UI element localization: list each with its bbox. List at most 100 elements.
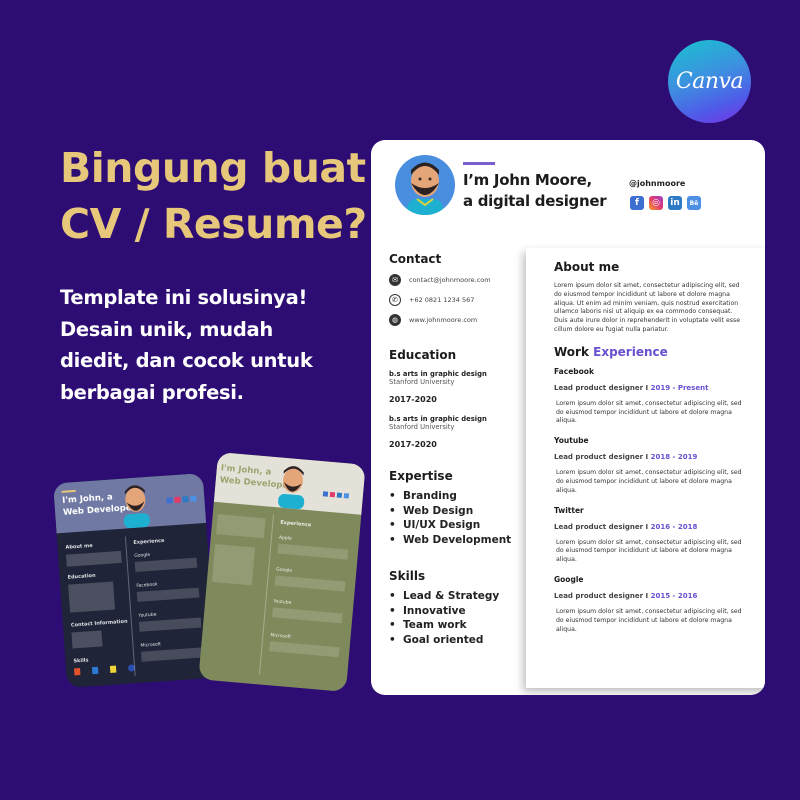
avatar <box>395 155 455 215</box>
subtext-line-2: Desain unik, mudah <box>60 317 273 341</box>
job-role-text: Lead product designer I <box>554 453 649 462</box>
avatar-icon <box>123 485 150 529</box>
name-line-2: a digital designer <box>463 192 607 210</box>
phone-icon: ✆ <box>389 294 401 306</box>
job-item: Twitter Lead product designer I 2016 - 2… <box>554 506 747 565</box>
job-description: Lorem ipsum dolor sit amet, consectetur … <box>556 469 742 494</box>
resume-thumbnail-green: I'm John, a Web Developer Experience App… <box>198 451 366 693</box>
thumbnail-header: I'm John, a Web Developer <box>213 451 366 515</box>
skill-item: Innovative <box>389 604 524 619</box>
avatar-icon <box>407 162 443 215</box>
job-company: Twitter <box>554 505 584 515</box>
job-role: Lead product designer I 2019 - Present <box>554 384 747 392</box>
thumbnail-job: Microsoft <box>270 633 292 641</box>
education-years: 2017-2020 <box>389 440 437 449</box>
subtext-line-4: berbagai profesi. <box>60 380 244 404</box>
skills-title: Skills <box>389 569 426 583</box>
job-company: Google <box>554 574 584 584</box>
phone-text: +62 0821 1234 567 <box>409 296 475 304</box>
canva-logo-icon: Canva <box>668 40 751 123</box>
expertise-item: UI/UX Design <box>389 518 524 533</box>
avatar-icon <box>278 466 305 510</box>
resume-right-panel: About me Lorem ipsum dolor sit amet, con… <box>526 248 765 688</box>
skills-list: Lead & Strategy Innovative Team work Goa… <box>389 589 524 647</box>
job-company: Youtube <box>554 436 589 446</box>
canva-logo-text: Canva <box>675 69 744 94</box>
work-title-accent: Experience <box>593 344 668 359</box>
job-role-text: Lead product designer I <box>554 383 649 392</box>
resume-left-column: Contact ✉ contact@johnmoore.com ✆ +62 08… <box>389 252 524 647</box>
contact-email: ✉ contact@johnmoore.com <box>389 274 524 286</box>
job-item: Google Lead product designer I 2015 - 20… <box>554 575 747 634</box>
job-years: 2018 - 2019 <box>650 453 698 462</box>
job-role-text: Lead product designer I <box>554 591 649 600</box>
thumbnail-education-title: Education <box>67 572 96 581</box>
accent-line <box>61 489 76 493</box>
contact-website: ◍ www.johnmoore.com <box>389 314 524 326</box>
thumbnail-experience-title: Experience <box>280 519 312 529</box>
facebook-icon: f <box>630 196 644 210</box>
headline: Bingung buat CV / Resume? <box>60 140 380 252</box>
education-item: b.s arts in graphic design Stanford Univ… <box>389 415 524 449</box>
education-years: 2017-2020 <box>389 395 437 404</box>
thumbnail-about-title: About me <box>65 542 93 551</box>
headline-line-2: CV / Resume? <box>60 200 367 248</box>
thumbnail-contact-title: Contact Information <box>70 618 128 629</box>
skill-item: Lead & Strategy <box>389 589 524 604</box>
contact-phone: ✆ +62 0821 1234 567 <box>389 294 524 306</box>
thumbnail-job: Google <box>134 552 151 559</box>
thumbnail-skill-icons <box>73 664 136 676</box>
skill-item: Team work <box>389 618 524 633</box>
job-description: Lorem ipsum dolor sit amet, consectetur … <box>556 399 742 425</box>
thumbnail-socials <box>322 491 350 499</box>
work-title: Work Experience <box>554 345 747 359</box>
expertise-title: Expertise <box>389 469 453 483</box>
education-degree: b.s arts in graphic design <box>389 415 487 423</box>
email-text: contact@johnmoore.com <box>409 276 491 284</box>
about-text: Lorem ipsum dolor sit amet, consectetur … <box>554 282 741 333</box>
thumbnail-socials <box>166 495 197 504</box>
job-role-text: Lead product designer I <box>554 522 649 531</box>
name-line-1: I’m John Moore, <box>463 171 592 189</box>
job-role: Lead product designer I 2018 - 2019 <box>554 453 747 461</box>
subtext-line-3: diedit, dan cocok untuk <box>60 349 313 372</box>
job-years: 2016 - 2018 <box>650 522 698 531</box>
education-item: b.s arts in graphic design Stanford Univ… <box>389 370 524 404</box>
resume-name-title: I’m John Moore, a digital designer <box>463 170 607 212</box>
social-icons: f ◎ in Bē <box>630 196 701 210</box>
subtext: Template ini solusinya! Desain unik, mud… <box>60 282 360 408</box>
job-item: Facebook Lead product designer I 2019 - … <box>554 367 747 426</box>
contact-title: Contact <box>389 252 442 266</box>
skill-item: Goal oriented <box>389 633 524 648</box>
thumbnail-job: Facebook <box>136 582 158 589</box>
accent-line <box>463 162 495 165</box>
thumbnail-job: Youtube <box>273 599 292 606</box>
job-description: Lorem ipsum dolor sit amet, consectetur … <box>556 538 742 564</box>
thumbnail-job: Apple <box>278 535 292 542</box>
thumbnail-experience-title: Experience <box>133 537 165 547</box>
job-years: 2015 - 2016 <box>650 591 698 600</box>
thumbnail-job: Google <box>275 567 293 574</box>
job-company: Facebook <box>554 366 594 376</box>
behance-icon: Bē <box>687 196 701 210</box>
thumbnail-header: I'm John, a Web Developer <box>53 473 207 534</box>
expertise-item: Web Development <box>389 533 524 548</box>
resume-thumbnail-dark: I'm John, a Web Developer About me Educa… <box>53 473 217 688</box>
expertise-item: Web Design <box>389 504 524 519</box>
resume-preview: I’m John Moore, a digital designer @john… <box>371 140 765 695</box>
thumbnail-job: Microsoft <box>140 642 162 649</box>
website-text: www.johnmoore.com <box>409 316 478 324</box>
job-item: Youtube Lead product designer I 2018 - 2… <box>554 436 747 495</box>
globe-icon: ◍ <box>389 314 401 326</box>
headline-line-1: Bingung buat <box>60 144 366 192</box>
education-school: Stanford University <box>389 423 455 431</box>
job-years: 2019 - Present <box>650 383 709 392</box>
social-handle: @johnmoore <box>629 179 686 188</box>
job-role: Lead product designer I 2016 - 2018 <box>554 523 747 531</box>
subtext-line-1: Template ini solusinya! <box>60 286 308 309</box>
linkedin-icon: in <box>668 196 682 210</box>
work-title-main: Work <box>554 344 589 359</box>
instagram-icon: ◎ <box>649 196 663 210</box>
expertise-list: Branding Web Design UI/UX Design Web Dev… <box>389 489 524 547</box>
education-degree: b.s arts in graphic design <box>389 370 487 378</box>
